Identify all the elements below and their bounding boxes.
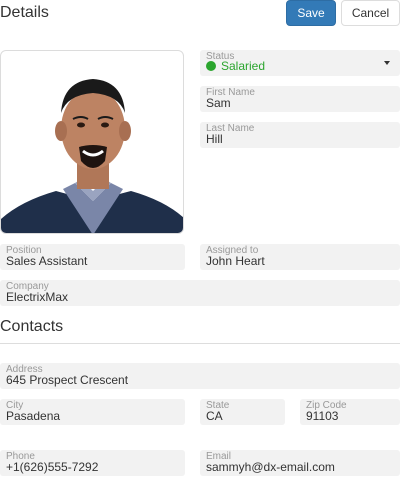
- person-portrait-image: [1, 79, 183, 233]
- page-title: Details: [0, 4, 49, 21]
- company-value: ElectrixMax: [6, 290, 69, 304]
- first-name-field[interactable]: First Name Sam: [200, 86, 400, 112]
- position-field[interactable]: Position Sales Assistant: [0, 244, 185, 270]
- zip-code-value: 91103: [306, 409, 339, 423]
- save-button[interactable]: Save: [286, 0, 336, 26]
- last-name-value: Hill: [206, 132, 223, 146]
- contacts-title: Contacts: [0, 318, 64, 335]
- assigned-to-field[interactable]: Assigned to John Heart: [200, 244, 400, 270]
- first-name-value: Sam: [206, 96, 231, 110]
- email-value: sammyh@dx-email.com: [206, 460, 335, 474]
- status-dot-icon: [206, 61, 216, 71]
- city-field[interactable]: City Pasadena: [0, 399, 185, 425]
- company-field[interactable]: Company ElectrixMax: [0, 280, 400, 306]
- city-value: Pasadena: [6, 409, 61, 423]
- position-value: Sales Assistant: [6, 254, 88, 268]
- contacts-divider: [0, 343, 400, 344]
- last-name-field[interactable]: Last Name Hill: [200, 122, 400, 148]
- state-value: CA: [206, 409, 223, 423]
- state-field[interactable]: State CA: [200, 399, 285, 425]
- status-value: Salaried: [206, 59, 265, 73]
- employee-photo: [0, 50, 184, 234]
- chevron-down-icon[interactable]: [384, 61, 390, 65]
- status-dropdown[interactable]: Status Salaried: [200, 50, 400, 76]
- phone-field[interactable]: Phone +1(626)555-7292: [0, 450, 185, 476]
- email-field[interactable]: Email sammyh@dx-email.com: [200, 450, 400, 476]
- address-field[interactable]: Address 645 Prospect Crescent: [0, 363, 400, 389]
- zip-code-field[interactable]: Zip Code 91103: [300, 399, 400, 425]
- cancel-button[interactable]: Cancel: [341, 0, 400, 26]
- phone-value: +1(626)555-7292: [6, 460, 99, 474]
- assigned-to-value: John Heart: [206, 254, 265, 268]
- address-value: 645 Prospect Crescent: [6, 373, 129, 387]
